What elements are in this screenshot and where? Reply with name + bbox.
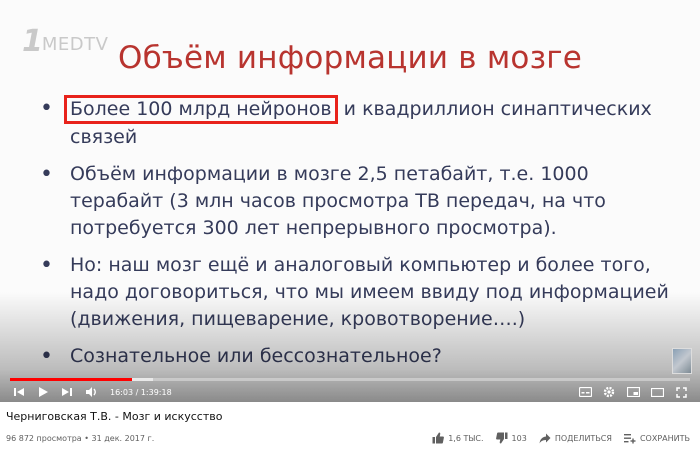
play-button[interactable] xyxy=(34,383,52,401)
theater-button[interactable] xyxy=(648,383,666,401)
time-separator: / xyxy=(133,387,141,397)
settings-button[interactable] xyxy=(600,383,618,401)
video-info: Черниговская Т.В. - Мозг и искусство 96 … xyxy=(0,402,700,456)
next-button[interactable] xyxy=(58,383,76,401)
video-player[interactable]: 1 MEDTV Объём информации в мозге • Более… xyxy=(0,0,700,402)
player-controls: 16:03 / 1:39:18 xyxy=(0,382,700,402)
subtitles-button[interactable] xyxy=(576,383,594,401)
miniplayer-icon xyxy=(626,387,640,397)
bullet-dot: • xyxy=(40,253,53,278)
bullet-dot: • xyxy=(40,162,53,187)
thumbs-up-icon xyxy=(432,432,445,444)
slide-bullet: • Сознательное или бессознательное? xyxy=(36,343,676,370)
skip-previous-icon xyxy=(14,388,24,396)
bullet-text: Объём информации в мозге 2,5 петабайт, т… xyxy=(70,163,606,239)
video-meta: 96 872 просмотра • 31 дек. 2017 г. xyxy=(6,434,154,443)
current-time: 16:03 xyxy=(110,387,134,397)
share-icon xyxy=(539,433,551,443)
bullet-text: Сознательное или бессознательное? xyxy=(70,345,442,367)
view-count: 96 872 просмотра xyxy=(6,434,82,443)
publish-date: 31 дек. 2017 г. xyxy=(91,434,155,443)
video-title: Черниговская Т.В. - Мозг и искусство xyxy=(6,410,223,423)
subtitles-icon xyxy=(578,387,592,397)
save-label: Сохранить xyxy=(639,433,690,443)
highlight-box: Более 100 млрд нейронов xyxy=(64,95,338,124)
dislike-button[interactable]: 103 xyxy=(495,432,527,444)
time-display: 16:03 / 1:39:18 xyxy=(110,388,172,397)
progress-buffered xyxy=(132,378,153,381)
slide-bullet: • Объём информации в мозге 2,5 петабайт,… xyxy=(36,161,676,242)
volume-icon xyxy=(85,387,96,397)
save-button[interactable]: Сохранить xyxy=(623,433,690,444)
thumbs-down-icon xyxy=(495,432,508,444)
gear-icon xyxy=(603,386,615,398)
bullet-dot: • xyxy=(40,96,53,121)
previous-button[interactable] xyxy=(10,383,28,401)
like-button[interactable]: 1,6 тыс. xyxy=(432,432,484,444)
theater-mode-icon xyxy=(650,387,664,397)
progress-bar[interactable] xyxy=(10,378,690,381)
bullet-text: Но: наш мозг ещё и аналоговый компьютер … xyxy=(70,254,669,330)
slide-title: Объём информации в мозге xyxy=(117,40,583,76)
fullscreen-button[interactable] xyxy=(672,383,690,401)
share-label: Поделиться xyxy=(554,433,612,443)
skip-next-icon xyxy=(62,388,72,396)
playlist-add-icon xyxy=(623,433,636,443)
like-count: 1,6 тыс. xyxy=(448,433,484,443)
share-button[interactable]: Поделиться xyxy=(539,433,612,444)
meta-separator: • xyxy=(81,434,92,443)
dislike-count: 103 xyxy=(511,433,527,443)
play-icon xyxy=(39,387,48,397)
video-actions: 1,6 тыс. 103 Поделиться Сохранить xyxy=(420,428,690,448)
miniplayer-button[interactable] xyxy=(624,383,642,401)
progress-played xyxy=(10,378,133,381)
slide-bullet: • Более 100 млрд нейронов и квадриллион … xyxy=(36,95,676,151)
video-frame: 1 MEDTV Объём информации в мозге • Более… xyxy=(0,0,700,402)
bullet-dot: • xyxy=(40,344,53,369)
fullscreen-icon xyxy=(675,386,687,398)
slide-bullet: • Но: наш мозг ещё и аналоговый компьюте… xyxy=(36,252,676,333)
slide-bullet-list: • Более 100 млрд нейронов и квадриллион … xyxy=(36,95,676,380)
volume-button[interactable] xyxy=(82,383,100,401)
presenter-thumbnail xyxy=(672,348,692,374)
duration: 1:39:18 xyxy=(140,387,172,397)
